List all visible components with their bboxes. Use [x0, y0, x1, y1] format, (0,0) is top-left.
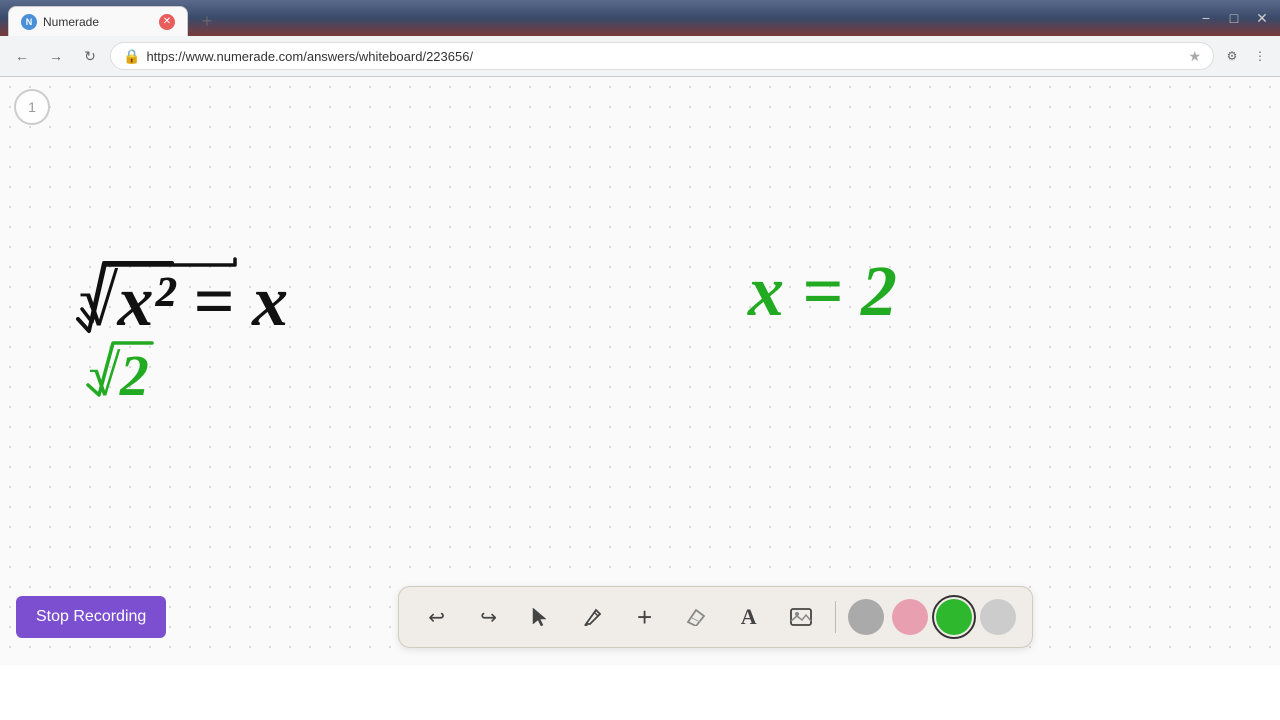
bottom-bar: Stop Recording ↩ ↪	[0, 569, 1280, 665]
refresh-button[interactable]: ↻	[76, 42, 104, 70]
svg-text:√x² = x: √x² = x	[78, 261, 288, 341]
tab-favicon: N	[21, 14, 37, 30]
color-pink-button[interactable]	[892, 599, 928, 635]
back-button[interactable]: ←	[8, 42, 36, 70]
undo-button[interactable]: ↩	[415, 595, 459, 639]
tab-title: Numerade	[43, 15, 99, 29]
eraser-icon	[686, 608, 708, 626]
select-tool-button[interactable]	[519, 595, 563, 639]
address-bar-row: ← → ↻ 🔒 https://www.numerade.com/answers…	[0, 36, 1280, 76]
redo-button[interactable]: ↪	[467, 595, 511, 639]
color-green-button[interactable]	[936, 599, 972, 635]
address-bar[interactable]: 🔒 https://www.numerade.com/answers/white…	[110, 42, 1214, 70]
stop-recording-button[interactable]: Stop Recording	[16, 596, 166, 638]
cursor-icon	[531, 606, 551, 628]
text-tool-button[interactable]: A	[727, 595, 771, 639]
title-bar: N Numerade ✕ + − □ ✕	[0, 0, 1280, 36]
whiteboard[interactable]: 1 √x² = x √2 x = 2	[0, 77, 1280, 665]
image-icon	[790, 608, 812, 626]
tab-close-button[interactable]: ✕	[159, 14, 175, 30]
extensions-button[interactable]: ⚙	[1220, 44, 1244, 68]
forward-button[interactable]: →	[42, 42, 70, 70]
add-button[interactable]: +	[623, 595, 667, 639]
menu-button[interactable]: ⋮	[1248, 44, 1272, 68]
browser-tab[interactable]: N Numerade ✕	[8, 6, 188, 36]
url-text: https://www.numerade.com/answers/whitebo…	[146, 49, 1182, 64]
svg-text:x = 2: x = 2	[747, 251, 897, 331]
image-button[interactable]	[779, 595, 823, 639]
color-lightgray-button[interactable]	[980, 599, 1016, 635]
drawing-toolbar: ↩ ↪ +	[398, 586, 1033, 648]
close-button[interactable]: ✕	[1252, 8, 1272, 28]
eraser-button[interactable]	[675, 595, 719, 639]
maximize-button[interactable]: □	[1224, 8, 1244, 28]
new-tab-button[interactable]: +	[192, 6, 222, 36]
pen-tool-button[interactable]	[571, 595, 615, 639]
pen-icon	[582, 606, 604, 628]
svg-text:√2: √2	[88, 343, 149, 408]
window-controls: − □ ✕	[1196, 8, 1272, 28]
minimize-button[interactable]: −	[1196, 8, 1216, 28]
color-gray-button[interactable]	[848, 599, 884, 635]
browser-actions: ⚙ ⋮	[1220, 44, 1272, 68]
toolbar-divider	[835, 601, 836, 633]
